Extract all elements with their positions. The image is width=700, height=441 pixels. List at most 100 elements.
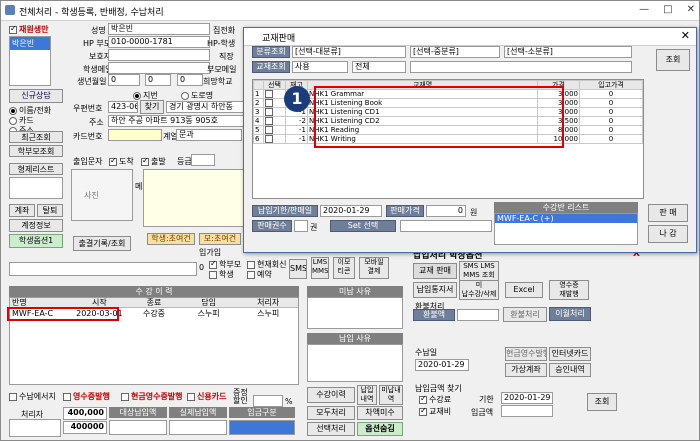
cash-receipt-check[interactable]: 현금영수증발행 [121,391,183,402]
refund-process-button[interactable]: 환불처리 [503,307,547,322]
approval-list-button[interactable]: 승인내역 [549,363,591,377]
target-field[interactable] [109,420,167,435]
tab-actual[interactable]: 실제납입액 [169,407,227,418]
emoticon-button[interactable]: 이모 티콘 [333,257,355,279]
category3-select[interactable]: [선택-소분류] [504,46,632,58]
card-pay-check[interactable]: 신용카드 [187,391,226,402]
process-all-button[interactable]: 모두처리 [307,406,355,420]
grade-select[interactable] [191,154,215,166]
account-button[interactable]: 계좌 [9,204,35,217]
mobile-pay-button[interactable]: 모바일 결제 [359,257,389,279]
work-label: 직장 [219,52,234,61]
withdraw-button[interactable]: 탈퇴 [37,204,63,217]
attendance-button[interactable]: 출결기록/조회 [73,236,131,251]
all-select[interactable]: 전체 [352,61,406,73]
unpaid-reason-box[interactable] [307,297,403,329]
unpaid-list-button[interactable]: 미납내역 [379,385,403,405]
maximize-button[interactable]: □ [663,4,672,15]
dialog-exit-button[interactable]: 나 감 [648,225,688,243]
parent-lookup-button[interactable]: 학부모조회 [9,145,63,157]
new-consult-button[interactable]: 신규상담 [9,89,63,103]
textbook-search-field[interactable] [410,61,632,73]
student-sms-check[interactable]: 학생 [209,269,234,280]
discount-field[interactable] [253,395,283,407]
birth-year[interactable]: 0 [177,74,203,86]
paid-date-field[interactable]: 2020-01-29 [415,359,469,371]
enrolled-only-check[interactable]: 재원생만 [9,24,48,35]
student-option-button[interactable]: 학생옵션1 [9,234,63,248]
name-field[interactable]: 박은빈 [108,23,210,35]
textbook-sale-button[interactable]: 교재 판매 [413,263,457,279]
category2-select[interactable]: [선택-중분류] [410,46,500,58]
student-list-item[interactable]: 박은빈 [10,37,50,50]
account-info-button[interactable]: 계정정보 [9,219,63,232]
sell-button[interactable]: 판 매 [648,204,688,222]
lms-button[interactable]: LMS MMS [311,257,329,279]
class-list[interactable]: MWF-EA-C (+) [494,213,638,245]
road-address-radio[interactable]: 도로명 [181,90,213,101]
address-field[interactable]: 하안 주공 아파트 913동 905호 [108,115,248,127]
history-button[interactable]: 수강이력 [307,387,355,403]
arrive-check[interactable]: 도착 [109,156,134,167]
actual-field[interactable] [169,420,227,435]
zip-field[interactable]: 423-060 [108,101,138,113]
parent-init-button[interactable]: 모:초여건 [199,233,241,245]
sms-lms-lookup-button[interactable]: SMS LMS MMS 조회 [459,261,499,281]
message-field[interactable] [9,262,197,276]
actual-amount[interactable]: 400000 [63,421,107,434]
amount-search-button[interactable]: 조회 [587,393,617,411]
fee-check[interactable]: 수강료 [419,394,451,405]
find-zip-button[interactable]: 찾기 [140,100,164,114]
sms-button[interactable]: SMS [289,259,307,279]
memo-box[interactable] [143,169,245,227]
excel-button[interactable]: Excel [505,282,543,298]
select-process-button[interactable]: 선택처리 [307,422,355,436]
hp-parent-field[interactable]: 010-0000-1781 [108,36,210,48]
birth-day[interactable]: 0 [145,74,171,86]
card-field[interactable] [108,129,162,141]
student-list[interactable]: 박은빈 [9,36,51,86]
cash-receipt-issue-button[interactable]: 현금영수발행 [505,347,547,361]
refund-amount-field[interactable] [457,309,499,321]
depart-check[interactable]: 출발 [141,156,166,167]
paid-reason-box[interactable] [307,344,403,382]
hide-option-button[interactable]: 옵션숨김 [357,422,403,436]
tab-target[interactable]: 대상납입액 [109,407,167,418]
paydate-field[interactable]: 2020-01-29 [320,205,382,217]
close-button[interactable]: ✕ [687,4,695,15]
deposit-type-select[interactable] [229,420,295,435]
photo-box[interactable]: 사진 [71,169,133,221]
paid-list-button[interactable]: 납입내역 [357,385,377,405]
count-field[interactable] [294,220,308,232]
category1-select[interactable]: [선택-대분류] [292,46,406,58]
internet-card-button[interactable]: 인터넷카드 [549,347,591,361]
no-receipt-check[interactable]: 수납에서지 [9,391,56,402]
student-email-field[interactable] [108,62,210,74]
school-track-select[interactable]: 문과 [176,129,242,141]
recent-search-button[interactable]: 최근조회 [9,131,63,143]
virtual-account-button[interactable]: 가상계좌 [505,363,547,377]
dialog-close-icon[interactable]: ✕ [681,29,690,42]
payer-field[interactable] [9,419,61,437]
zip-address-field[interactable]: 경기 광명시 하안동 [166,101,246,113]
birth-month[interactable]: 0 [108,74,140,86]
student-init-button[interactable]: 학생:초여건 [147,233,195,245]
reserve-check[interactable]: 예약 [247,269,272,280]
guardian-field[interactable] [108,49,210,61]
minimize-button[interactable]: — [639,4,649,15]
dialog-search-button[interactable]: 조회 [656,49,690,71]
unpaid-delete-button[interactable]: 미 납수강/삭제 [459,280,499,300]
class-list-item[interactable]: MWF-EA-C (+) [495,214,637,223]
balance-button[interactable]: 차액미수 [357,406,403,420]
period-field[interactable]: 2020-01-29 [501,392,553,404]
notice-button[interactable]: 납입통지서 [413,282,457,298]
siblings-button[interactable]: 형제리스트 [9,163,63,175]
use-select[interactable]: 사용 [292,61,348,73]
textbook-fee-check[interactable]: 교재비 [419,406,451,417]
receipt-reissue-button[interactable]: 영수증 재발행 [549,280,589,300]
transfer-button[interactable]: 이월처리 [549,307,591,321]
tab-deposit-type[interactable]: 입금구분 [229,407,295,418]
receipt-issue-check[interactable]: 영수증발행 [63,391,110,402]
set-select[interactable] [400,220,492,232]
deposit-field[interactable] [501,405,553,417]
